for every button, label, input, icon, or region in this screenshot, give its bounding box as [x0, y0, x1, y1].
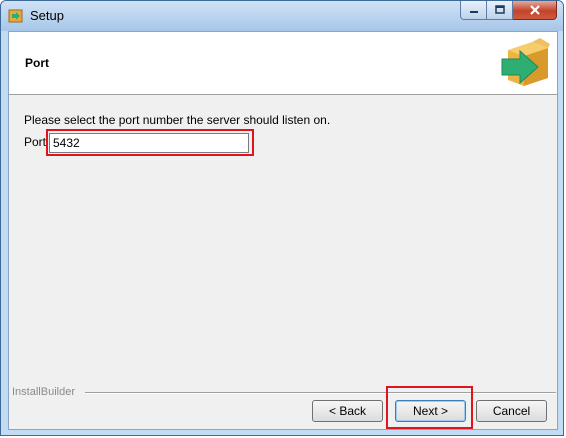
- cancel-button[interactable]: Cancel: [476, 400, 547, 422]
- back-button[interactable]: < Back: [312, 400, 383, 422]
- close-button[interactable]: [513, 1, 557, 20]
- port-description: Please select the port number the server…: [24, 113, 331, 127]
- maximize-icon: [494, 5, 505, 14]
- installbuilder-label: InstallBuilder: [12, 386, 75, 398]
- close-icon: [529, 5, 540, 15]
- window-title: Setup: [30, 8, 64, 23]
- footer-separator: [85, 392, 556, 394]
- page-title: Port: [25, 56, 49, 70]
- maximize-button[interactable]: [487, 1, 513, 20]
- next-button[interactable]: Next >: [395, 400, 466, 422]
- minimize-button[interactable]: [460, 1, 487, 20]
- port-label: Port: [24, 135, 47, 149]
- wizard-header: Port: [9, 32, 557, 95]
- box-arrow-icon: [498, 36, 552, 90]
- minimize-icon: [469, 11, 478, 13]
- app-icon: [8, 8, 24, 24]
- window-controls: [460, 1, 557, 21]
- title-bar[interactable]: Setup: [1, 1, 563, 31]
- wizard-panel: Port Please select the port number the s…: [8, 31, 558, 430]
- setup-window: Setup Port Please select the port number…: [0, 0, 564, 436]
- port-input[interactable]: [49, 133, 249, 153]
